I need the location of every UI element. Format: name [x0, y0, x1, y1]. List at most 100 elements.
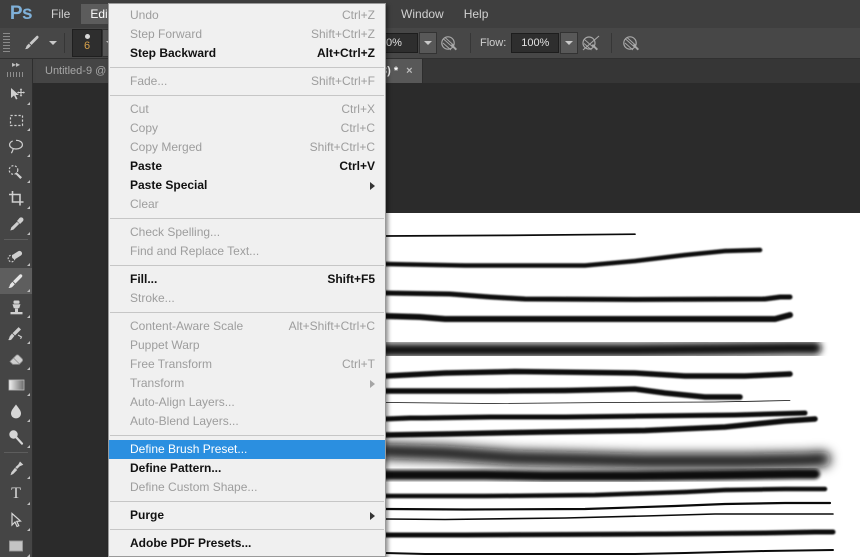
opacity-dropdown-button[interactable] — [419, 32, 437, 54]
menu-item-transform[interactable]: Transform — [109, 374, 385, 393]
tool-divider — [4, 452, 28, 453]
tool-options-corner — [27, 476, 30, 479]
menu-separator — [110, 265, 384, 266]
type-tool[interactable]: T — [0, 481, 32, 507]
menu-item-paste-special[interactable]: Paste Special — [109, 176, 385, 195]
eraser-tool[interactable] — [0, 346, 32, 372]
menu-item-copy-merged[interactable]: Copy Merged Shift+Ctrl+C — [109, 138, 385, 157]
menu-item-puppet-warp[interactable]: Puppet Warp — [109, 336, 385, 355]
airbrush-icon[interactable] — [578, 31, 604, 55]
flow-value-field[interactable]: 100% — [511, 33, 560, 53]
eyedropper-tool[interactable] — [0, 211, 32, 237]
edit-menu-dropdown[interactable]: Undo Ctrl+Z Step Forward Shift+Ctrl+Z Step B… — [108, 3, 386, 557]
menu-item-auto-blend-layers[interactable]: Auto-Blend Layers... — [109, 412, 385, 431]
options-divider — [470, 33, 471, 53]
menu-item-label: Cut — [130, 102, 149, 116]
tool-options-corner — [27, 263, 30, 266]
menu-item-check-spelling[interactable]: Check Spelling... — [109, 223, 385, 242]
menu-item-purge[interactable]: Purge — [109, 506, 385, 525]
menu-item-fill[interactable]: Fill... Shift+F5 — [109, 270, 385, 289]
menu-item-adobe-pdf-presets[interactable]: Adobe PDF Presets... — [109, 534, 385, 553]
canvas-artboard[interactable] — [385, 213, 860, 557]
menu-item-label: Copy — [130, 121, 159, 135]
dodge-tool[interactable] — [0, 424, 32, 450]
menu-separator — [110, 218, 384, 219]
menu-item-auto-align-layers[interactable]: Auto-Align Layers... — [109, 393, 385, 412]
tool-options-corner — [27, 393, 30, 396]
menu-item-label: Adobe PDF Presets... — [130, 536, 252, 550]
type-tool-glyph: T — [11, 485, 21, 502]
brush-preset-chevron-down-icon[interactable] — [49, 41, 57, 45]
menu-item-shortcut: Ctrl+Z — [342, 8, 375, 22]
menu-item-label: Auto-Align Layers... — [130, 395, 235, 409]
menu-item-label: Fill... — [130, 272, 158, 286]
submenu-arrow-icon — [370, 511, 375, 520]
lasso-tool[interactable] — [0, 133, 32, 159]
quick-selection-tool[interactable] — [0, 159, 32, 185]
menu-item-stroke[interactable]: Stroke... — [109, 289, 385, 308]
menu-item-define-pattern[interactable]: Define Pattern... — [109, 459, 385, 478]
menu-item-cut[interactable]: Cut Ctrl+X — [109, 100, 385, 119]
brush-tip-preview — [84, 34, 90, 39]
menu-item-free-transform[interactable]: Free Transform Ctrl+T — [109, 355, 385, 374]
menu-item-shortcut: Ctrl+V — [339, 159, 375, 173]
brush-size-field[interactable]: 6 — [72, 29, 102, 57]
menu-item-step-forward[interactable]: Step Forward Shift+Ctrl+Z — [109, 25, 385, 44]
menu-file[interactable]: File — [42, 4, 79, 24]
options-bar-grip[interactable] — [3, 33, 10, 53]
menu-item-paste[interactable]: Paste Ctrl+V — [109, 157, 385, 176]
tool-options-corner — [27, 289, 30, 292]
opacity-pressure-icon[interactable] — [437, 31, 463, 55]
history-brush-tool[interactable] — [0, 320, 32, 346]
menu-item-label: Stroke... — [130, 291, 175, 305]
rectangular-marquee-tool[interactable] — [0, 107, 32, 133]
menu-item-fade[interactable]: Fade... Shift+Ctrl+F — [109, 72, 385, 91]
clone-stamp-tool[interactable] — [0, 294, 32, 320]
tools-collapse-button[interactable]: ▸▸ — [0, 59, 32, 70]
tab-untitled-9[interactable]: Untitled-9 @ — [36, 59, 117, 83]
rectangle-tool[interactable] — [0, 533, 32, 557]
menu-item-copy[interactable]: Copy Ctrl+C — [109, 119, 385, 138]
menu-item-undo[interactable]: Undo Ctrl+Z — [109, 6, 385, 25]
pen-tool[interactable] — [0, 455, 32, 481]
menu-help[interactable]: Help — [455, 4, 498, 24]
menu-item-shortcut: Shift+Ctrl+F — [310, 74, 375, 88]
menu-item-clear[interactable]: Clear — [109, 195, 385, 214]
tool-options-corner — [27, 528, 30, 531]
menu-item-step-backward[interactable]: Step Backward Alt+Ctrl+Z — [109, 44, 385, 63]
menu-item-label: Clear — [130, 197, 159, 211]
brush-tool[interactable] — [0, 268, 32, 294]
flow-label: Flow: — [480, 37, 507, 49]
menu-separator — [110, 95, 384, 96]
blur-tool[interactable] — [0, 398, 32, 424]
menu-item-shortcut: Ctrl+X — [341, 102, 375, 116]
menu-item-label: Purge — [130, 508, 165, 522]
tab-close-icon[interactable]: × — [406, 65, 412, 77]
menu-window[interactable]: Window — [392, 4, 453, 24]
menu-item-label: Define Pattern... — [130, 461, 222, 475]
flow-dropdown-button[interactable] — [560, 32, 579, 54]
menu-item-label: Find and Replace Text... — [130, 244, 260, 258]
tool-options-corner — [27, 367, 30, 370]
menu-item-shortcut: Shift+Ctrl+C — [309, 140, 375, 154]
tab-label: Untitled-9 @ — [45, 65, 107, 77]
tool-options-corner — [27, 128, 30, 131]
tablet-pressure-size-icon[interactable] — [619, 31, 645, 55]
tools-panel[interactable]: ▸▸ T — [0, 59, 33, 557]
menu-item-define-custom-shape[interactable]: Define Custom Shape... — [109, 478, 385, 497]
menu-item-label: Free Transform — [130, 357, 213, 371]
menu-separator — [110, 435, 384, 436]
tools-panel-grip[interactable] — [7, 72, 25, 77]
crop-tool[interactable] — [0, 185, 32, 211]
brush-preset-picker[interactable] — [15, 32, 49, 54]
menu-item-label: Auto-Blend Layers... — [130, 414, 239, 428]
gradient-tool[interactable] — [0, 372, 32, 398]
spot-healing-brush-tool[interactable] — [0, 242, 32, 268]
menu-item-define-brush-preset[interactable]: Define Brush Preset... — [109, 440, 385, 459]
path-selection-tool[interactable] — [0, 507, 32, 533]
chevron-down-icon — [424, 41, 432, 45]
move-tool[interactable] — [0, 81, 32, 107]
menu-item-find-and-replace-text[interactable]: Find and Replace Text... — [109, 242, 385, 261]
menu-item-content-aware-scale[interactable]: Content-Aware Scale Alt+Shift+Ctrl+C — [109, 317, 385, 336]
tool-options-corner — [27, 341, 30, 344]
